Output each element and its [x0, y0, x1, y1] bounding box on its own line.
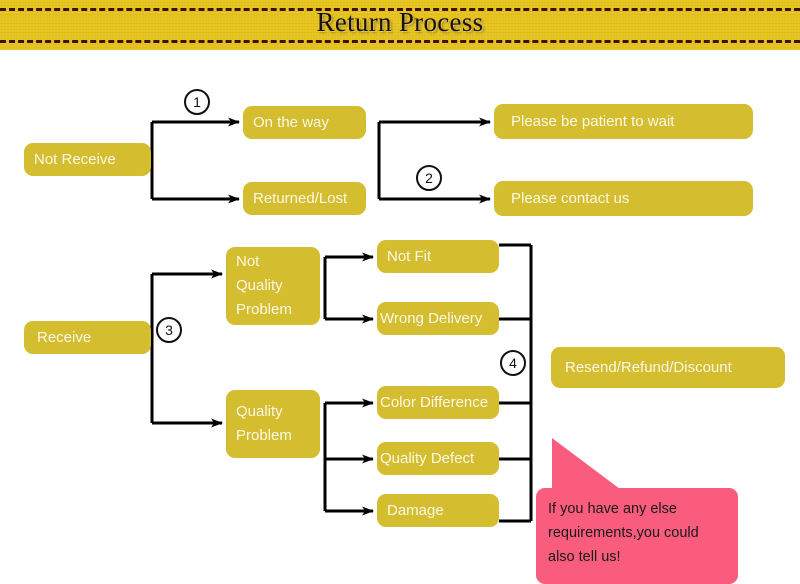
node-damage[interactable]: Damage [377, 494, 499, 527]
node-not-quality-problem[interactable]: Not Quality Problem [226, 247, 320, 325]
step-marker-4: 4 [500, 350, 526, 376]
page-title: Return Process [316, 7, 484, 37]
node-resend-refund-discount[interactable]: Resend/Refund/Discount [551, 347, 785, 388]
node-receive[interactable]: Receive [24, 321, 151, 354]
node-please-contact-us[interactable]: Please contact us [494, 181, 753, 216]
note-bubble: If you have any else requirements,you co… [536, 488, 738, 584]
header-banner: Return Process [0, 0, 800, 50]
flowchart-canvas: Not Receive On the way Returned/Lost Ple… [0, 50, 800, 584]
node-wrong-delivery[interactable]: Wrong Delivery [377, 302, 499, 335]
node-please-be-patient[interactable]: Please be patient to wait [494, 104, 753, 139]
step-marker-2: 2 [416, 165, 442, 191]
note-bubble-tail [552, 438, 624, 492]
node-not-fit[interactable]: Not Fit [377, 240, 499, 273]
banner-dash-bottom [0, 40, 800, 43]
node-not-receive[interactable]: Not Receive [24, 143, 151, 176]
node-quality-defect[interactable]: Quality Defect [377, 442, 499, 475]
step-marker-1: 1 [184, 89, 210, 115]
node-color-difference[interactable]: Color Difference [377, 386, 499, 419]
node-quality-problem[interactable]: Quality Problem [226, 390, 320, 458]
step-marker-3: 3 [156, 317, 182, 343]
node-returned-lost[interactable]: Returned/Lost [243, 182, 366, 215]
node-on-the-way[interactable]: On the way [243, 106, 366, 139]
